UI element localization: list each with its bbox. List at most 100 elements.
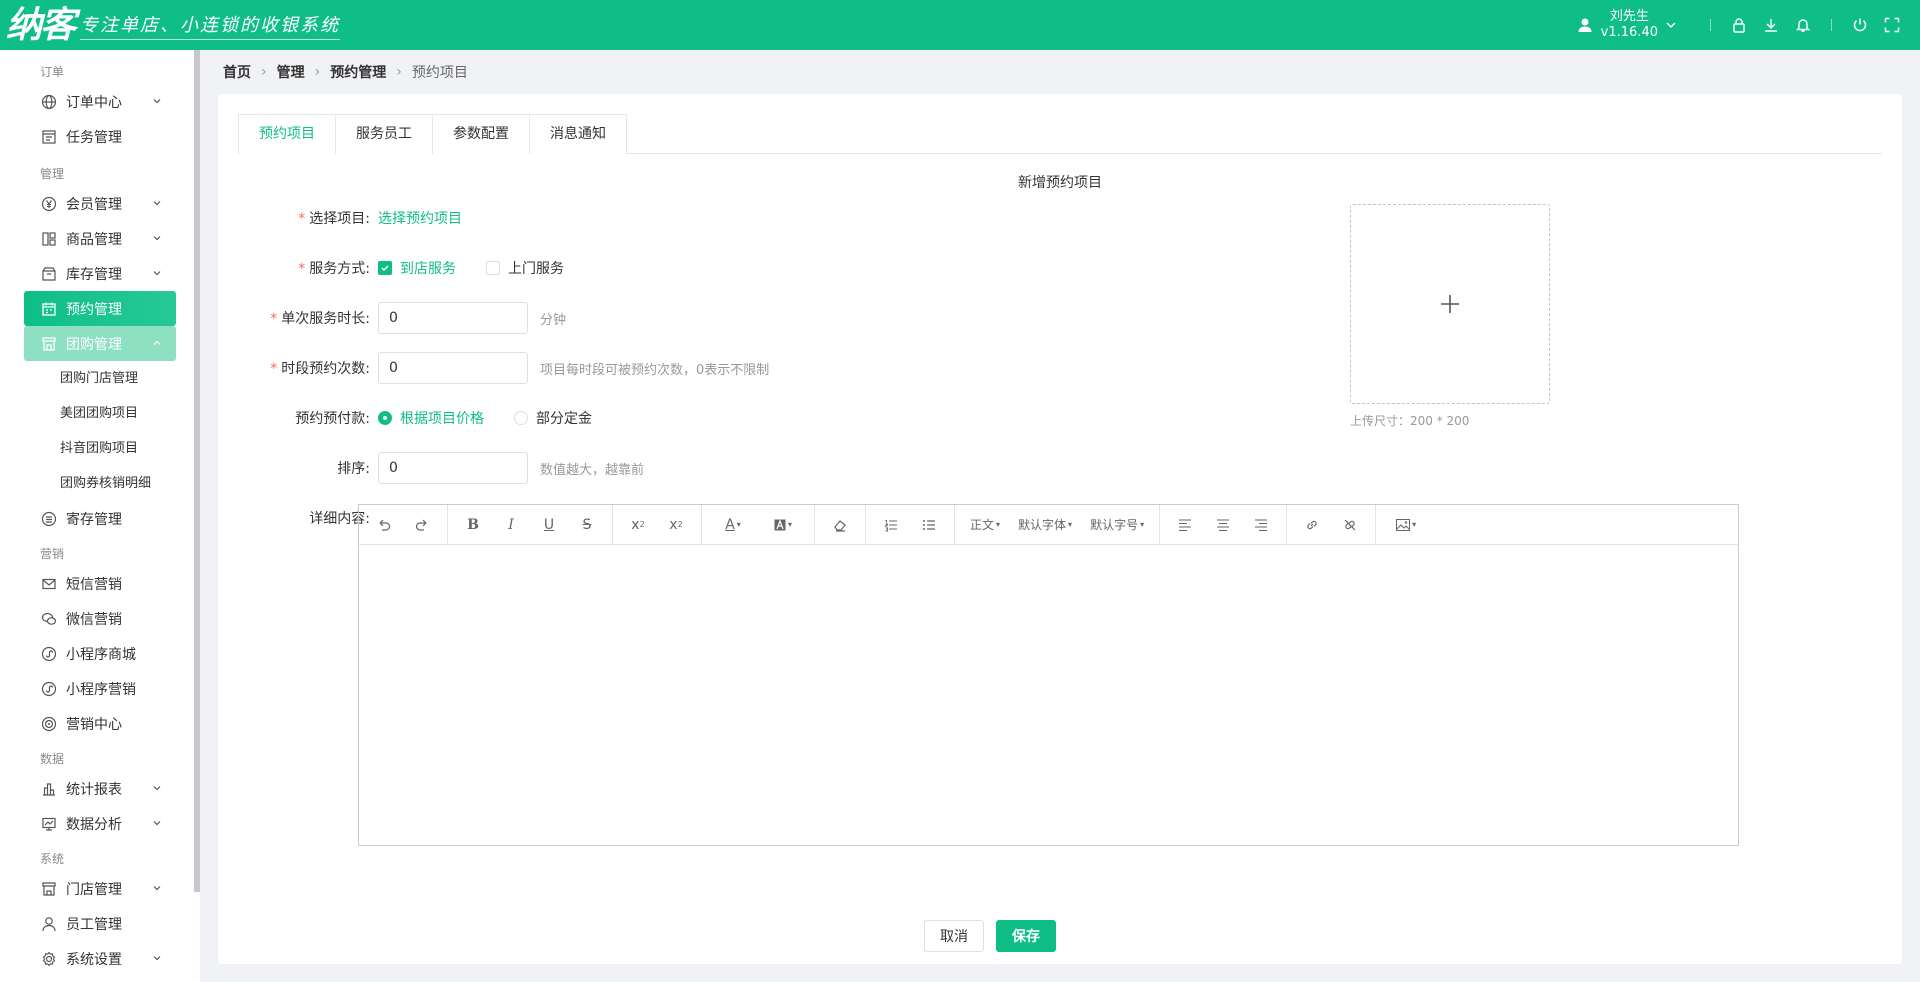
radio-by-price[interactable]: 根据项目价格: [378, 408, 484, 428]
top-header: 纳客 专注单店、小连锁的收银系统 刘先生 v1.16.40: [0, 0, 1920, 50]
sidebar-item-order-center[interactable]: 订单中心: [24, 84, 176, 119]
cancel-button[interactable]: 取消: [924, 920, 984, 952]
radio-partial-deposit[interactable]: 部分定金: [514, 408, 592, 428]
duration-input[interactable]: 0: [378, 302, 528, 334]
align-center-icon[interactable]: [1204, 505, 1242, 545]
field-label: 时段预约次数:: [281, 361, 370, 377]
sidebar-item-label: 短信营销: [66, 576, 122, 593]
row-prepay: 预约预付款: 根据项目价格 部分定金: [238, 402, 622, 434]
italic-icon[interactable]: I: [492, 505, 530, 545]
lock-icon[interactable]: [1729, 15, 1749, 35]
sidebar-item-goods[interactable]: 商品管理: [24, 221, 176, 256]
subscript-icon[interactable]: x2: [657, 505, 695, 545]
sidebar-item-task[interactable]: 任务管理: [24, 119, 176, 154]
font-size-select[interactable]: 默认字号 ▾: [1081, 505, 1153, 545]
sidebar-item-reports[interactable]: 统计报表: [24, 771, 176, 806]
breadcrumb: 首页 › 管理 › 预约管理 › 预约项目: [223, 62, 468, 82]
breadcrumb-reservation[interactable]: 预约管理: [330, 62, 386, 82]
sidebar-item-reservation[interactable]: 预约管理: [24, 291, 176, 326]
sidebar-item-storage[interactable]: 寄存管理: [24, 501, 176, 536]
field-label: 预约预付款:: [295, 411, 370, 427]
image-icon[interactable]: ▾: [1382, 505, 1430, 545]
sidebar-subitem-meituan[interactable]: 美团团购项目: [0, 396, 200, 431]
tab-reservation-item[interactable]: 预约项目: [238, 114, 336, 155]
tab-service-staff[interactable]: 服务员工: [335, 114, 433, 154]
slot-count-hint: 项目每时段可被预约次数，0表示不限制: [540, 362, 770, 378]
storage-icon: [40, 510, 58, 528]
chevron-right-icon: ›: [314, 64, 321, 80]
sidebar-item-marketing-center[interactable]: 营销中心: [24, 706, 176, 741]
checkbox-label: 上门服务: [508, 261, 564, 277]
calendar-icon: [40, 300, 58, 318]
undo-icon[interactable]: [365, 505, 403, 545]
editor-content-area[interactable]: [359, 545, 1738, 845]
checkbox-home-visit[interactable]: 上门服务: [486, 258, 564, 278]
eraser-icon[interactable]: [821, 505, 859, 545]
unlink-icon[interactable]: [1331, 505, 1369, 545]
sidebar-item-analysis[interactable]: 数据分析: [24, 806, 176, 841]
image-upload[interactable]: [1350, 204, 1550, 404]
logo: 纳客 专注单店、小连锁的收银系统: [0, 0, 341, 50]
save-button[interactable]: 保存: [996, 920, 1056, 952]
sidebar-item-miniapp-marketing[interactable]: 小程序营销: [24, 671, 176, 706]
sidebar-item-sms[interactable]: 短信营销: [24, 566, 176, 601]
required-mark: *: [298, 211, 306, 227]
chevron-down-icon: [153, 201, 161, 206]
breadcrumb-home[interactable]: 首页: [223, 62, 251, 82]
sidebar-subitem-coupon-detail[interactable]: 团购券核销明细: [0, 466, 200, 501]
sidebar-item-label: 小程序营销: [66, 681, 136, 698]
sidebar-item-miniapp-mall[interactable]: 小程序商城: [24, 636, 176, 671]
sort-input[interactable]: 0: [378, 452, 528, 484]
miniapp-icon: [40, 645, 58, 663]
sidebar-subitem-douyin[interactable]: 抖音团购项目: [0, 431, 200, 466]
link-icon[interactable]: [1293, 505, 1331, 545]
bell-icon[interactable]: [1793, 15, 1813, 35]
sidebar-item-label: 订单中心: [66, 94, 122, 111]
power-icon[interactable]: [1850, 15, 1870, 35]
sidebar-item-wechat[interactable]: 微信营销: [24, 601, 176, 636]
breadcrumb-manage[interactable]: 管理: [277, 62, 305, 82]
sidebar-item-label: 预约管理: [66, 301, 122, 318]
user-menu[interactable]: 刘先生 v1.16.40: [1577, 9, 1684, 41]
sidebar-item-label: 库存管理: [66, 266, 122, 283]
breadcrumb-current: 预约项目: [411, 65, 468, 81]
strikethrough-icon[interactable]: S: [568, 505, 606, 545]
sidebar-item-member[interactable]: 会员管理: [24, 186, 176, 221]
field-label: 排序:: [337, 461, 370, 477]
sidebar-scrollbar[interactable]: [194, 50, 200, 892]
field-label: 选择项目:: [309, 211, 370, 227]
sidebar-item-inventory[interactable]: 库存管理: [24, 256, 176, 291]
sidebar-item-label: 系统设置: [66, 951, 122, 968]
align-right-icon[interactable]: [1242, 505, 1280, 545]
sidebar-subitem-groupbuy-store[interactable]: 团购门店管理: [0, 361, 200, 396]
slot-count-input[interactable]: 0: [378, 352, 528, 384]
sidebar-item-store[interactable]: 门店管理: [24, 871, 176, 906]
mail-icon: [40, 575, 58, 593]
bold-icon[interactable]: B: [454, 505, 492, 545]
group-title-system: 系统: [40, 852, 65, 866]
tab-notifications[interactable]: 消息通知: [529, 114, 627, 154]
download-icon[interactable]: [1761, 15, 1781, 35]
select-item-link[interactable]: 选择预约项目: [378, 208, 462, 228]
font-color-icon[interactable]: A ▾: [708, 505, 758, 545]
sidebar-item-settings[interactable]: 系统设置: [24, 941, 176, 976]
tab-params[interactable]: 参数配置: [432, 114, 530, 154]
chevron-down-icon: [153, 99, 161, 104]
ordered-list-icon[interactable]: [872, 505, 910, 545]
superscript-icon[interactable]: x2: [619, 505, 657, 545]
underline-icon[interactable]: U: [530, 505, 568, 545]
bullet-list-icon[interactable]: [910, 505, 948, 545]
sort-hint: 数值越大，越靠前: [540, 462, 645, 478]
align-left-icon[interactable]: [1166, 505, 1204, 545]
radio-label: 根据项目价格: [400, 411, 484, 427]
store-icon: [40, 880, 58, 898]
sidebar-item-staff[interactable]: 员工管理: [24, 906, 176, 941]
paragraph-format-select[interactable]: 正文 ▾: [961, 505, 1009, 545]
redo-icon[interactable]: [403, 505, 441, 545]
checkbox-in-store[interactable]: 到店服务: [378, 258, 456, 278]
sidebar-item-groupbuy[interactable]: 团购管理: [24, 326, 176, 361]
fullscreen-icon[interactable]: [1882, 15, 1902, 35]
background-color-icon[interactable]: ▾: [758, 505, 808, 545]
font-family-select[interactable]: 默认字体 ▾: [1009, 505, 1081, 545]
globe-icon: [40, 93, 58, 111]
